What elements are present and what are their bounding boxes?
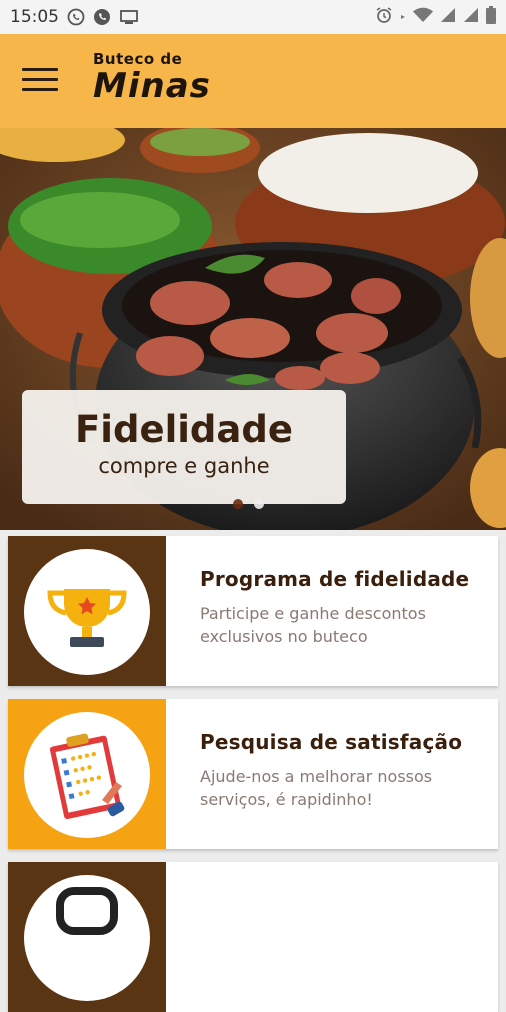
hero-subtitle: compre e ganhe <box>98 454 270 478</box>
status-bar: 15:05 <box>0 0 506 34</box>
wifi-icon <box>413 7 433 28</box>
whatsapp-icon <box>67 8 85 26</box>
status-time: 15:05 <box>10 7 59 27</box>
card-loyalty-program[interactable]: Programa de fidelidade Participe e ganhe… <box>8 536 498 686</box>
hamburger-menu-button[interactable] <box>22 68 58 94</box>
signal-icon <box>463 7 479 28</box>
card-icon-panel <box>8 699 166 849</box>
hero-carousel[interactable]: Fidelidade compre e ganhe <box>0 128 506 530</box>
card-icon-panel <box>8 862 166 1012</box>
logo-line2: Minas <box>93 66 211 106</box>
carousel-indicators <box>233 499 264 509</box>
card-satisfaction-survey[interactable]: Pesquisa de satisfação Ajude-nos a melho… <box>8 699 498 849</box>
card-description: Participe e ganhe descontos exclusivos n… <box>200 604 426 646</box>
hero-title: Fidelidade <box>75 408 293 451</box>
menu-icon-bar <box>22 78 58 81</box>
card-icon-panel <box>8 536 166 686</box>
card-description: Ajude-nos a melhorar nossos serviços, é … <box>200 767 433 809</box>
app-toolbar: Buteco de Minas <box>0 34 506 128</box>
app-logo: Buteco de Minas <box>93 50 211 104</box>
signal-dot-icon <box>400 7 406 27</box>
cast-icon <box>119 9 139 25</box>
phone-icon <box>93 8 111 26</box>
card-title: Pesquisa de satisfação <box>200 730 463 754</box>
trophy-icon <box>24 549 150 675</box>
card-icon <box>24 875 150 1001</box>
carousel-dot-2[interactable] <box>254 499 264 509</box>
hero-caption: Fidelidade compre e ganhe <box>22 390 346 504</box>
alarm-icon <box>375 6 393 29</box>
menu-icon-bar <box>22 88 58 91</box>
signal-icon <box>440 7 456 28</box>
battery-icon <box>486 5 496 29</box>
clipboard-survey-icon <box>24 712 150 838</box>
card-third[interactable] <box>8 862 498 1012</box>
card-title: Programa de fidelidade <box>200 567 470 591</box>
carousel-dot-1[interactable] <box>233 499 243 509</box>
menu-icon-bar <box>22 68 58 71</box>
